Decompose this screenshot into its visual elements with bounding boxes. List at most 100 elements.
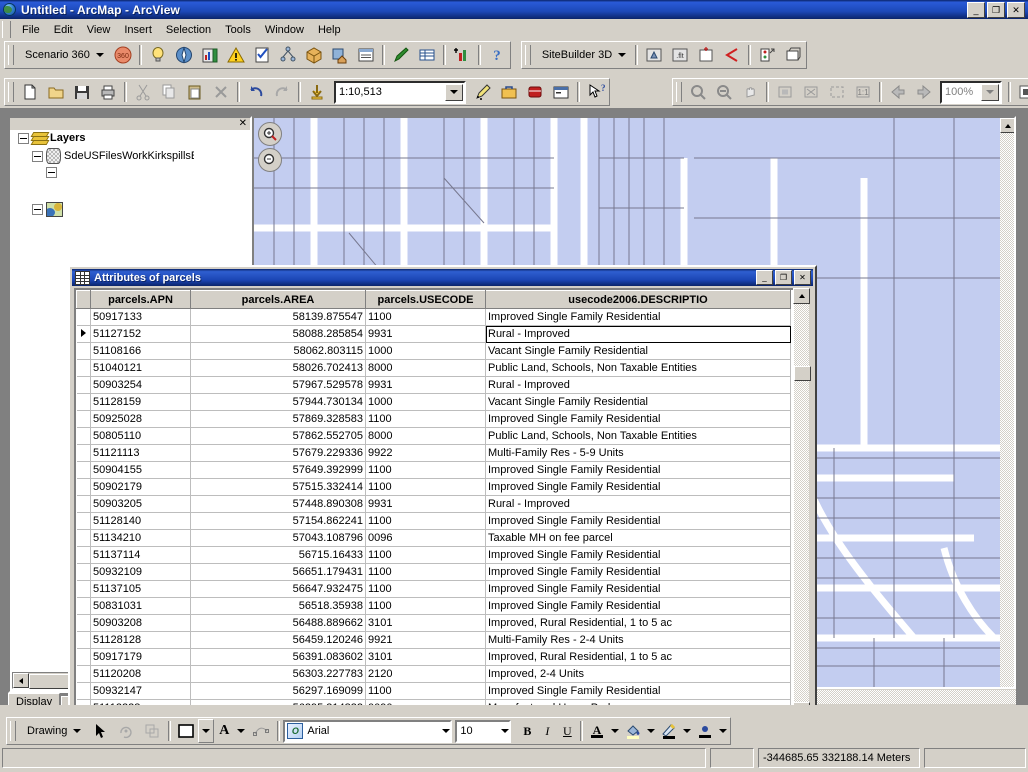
row-selector-cell[interactable] <box>76 410 91 428</box>
cell-apn[interactable]: 50831031 <box>90 597 191 615</box>
cell-area[interactable]: 56297.169099 <box>190 682 366 700</box>
cell-apn[interactable]: 50902179 <box>90 478 191 496</box>
open-folder-icon[interactable] <box>43 80 69 104</box>
chevron-down-icon[interactable] <box>95 53 104 57</box>
close-button[interactable]: ✕ <box>1007 2 1025 18</box>
fill-color-dropdown[interactable] <box>198 719 215 743</box>
drawing-menu-label[interactable]: Drawing <box>19 725 71 737</box>
row-selector-cell[interactable] <box>76 529 91 547</box>
cell-usecode[interactable]: 1100 <box>365 461 486 479</box>
cell-area[interactable]: 57649.392999 <box>190 461 366 479</box>
cell-descriptio[interactable]: Public Land, Schools, Non Taxable Entiti… <box>485 359 791 377</box>
cell-usecode[interactable]: 1100 <box>365 308 486 326</box>
cell-apn[interactable]: 50903205 <box>90 495 191 513</box>
line-color-dropdown[interactable] <box>680 719 694 743</box>
fill-color-picker-icon[interactable] <box>622 719 644 743</box>
cell-apn[interactable]: 51121113 <box>90 444 191 462</box>
command-line-icon[interactable] <box>548 80 574 104</box>
close-button[interactable]: ✕ <box>794 270 811 285</box>
italic-button[interactable]: I <box>537 721 557 741</box>
table-row[interactable]: 50932109 56651.179431 1100 Improved Single … <box>76 563 791 581</box>
whats-this-icon[interactable]: ? <box>583 80 609 104</box>
checklist-icon[interactable] <box>249 43 275 67</box>
cell-area[interactable]: 58062.803115 <box>190 342 366 360</box>
minimize-button[interactable]: _ <box>756 270 773 285</box>
report-window-icon[interactable] <box>353 43 379 67</box>
cell-area[interactable]: 57515.332414 <box>190 478 366 496</box>
scene-window-icon[interactable] <box>780 43 806 67</box>
cell-area[interactable]: 56647.932475 <box>190 580 366 598</box>
row-selector-cell[interactable] <box>76 631 91 649</box>
lightbulb-icon[interactable] <box>145 43 171 67</box>
table-row[interactable]: 50903254 57967.529578 9931 Rural - Improved <box>76 376 791 394</box>
zoom-in-icon[interactable] <box>258 122 282 146</box>
bold-button[interactable]: B <box>517 721 537 741</box>
select-arrow-icon[interactable] <box>87 719 113 743</box>
column-header-descriptio[interactable]: usecode2006.DESCRIPTIO <box>485 290 791 309</box>
globe-compass-icon[interactable] <box>171 43 197 67</box>
menu-item-edit[interactable]: Edit <box>47 22 80 38</box>
menu-item-file[interactable]: File <box>15 22 47 38</box>
warning-triangle-icon[interactable] <box>223 43 249 67</box>
row-selector-cell[interactable] <box>76 614 91 632</box>
minimize-button[interactable]: _ <box>967 2 985 18</box>
table-row[interactable]: 50925028 57869.328583 1100 Improved Single … <box>76 410 791 428</box>
cell-descriptio[interactable]: Vacant Single Family Residential <box>485 393 791 411</box>
cell-usecode[interactable]: 1100 <box>365 512 486 530</box>
cell-usecode[interactable]: 1100 <box>365 597 486 615</box>
cell-usecode[interactable]: 1100 <box>365 410 486 428</box>
row-selector-cell[interactable] <box>76 580 91 598</box>
table-row[interactable]: 50831031 56518.35938 1100 Improved Single F… <box>76 597 791 615</box>
line-color-icon[interactable] <box>658 719 680 743</box>
scroll-thumb[interactable] <box>794 366 811 381</box>
group-icon[interactable] <box>139 719 165 743</box>
expander-icon[interactable] <box>32 150 43 162</box>
maximize-button[interactable]: ❐ <box>987 2 1005 18</box>
column-header-area[interactable]: parcels.AREA <box>190 290 366 309</box>
table-row[interactable]: 50903208 56488.889662 3101 Improved, Rural … <box>76 614 791 632</box>
zoom-to-page-width-icon[interactable] <box>824 80 850 104</box>
cell-descriptio[interactable]: Improved Single Family Residential <box>485 410 791 428</box>
undo-icon[interactable] <box>243 80 269 104</box>
toolbar-grip[interactable] <box>8 82 14 102</box>
fill-color-icon[interactable] <box>174 719 198 743</box>
cell-apn[interactable]: 50932147 <box>90 682 191 700</box>
table-row[interactable]: 51108166 58062.803115 1000 Vacant Single Fa… <box>76 342 791 360</box>
text-tool-dropdown[interactable] <box>234 719 248 743</box>
cell-usecode[interactable]: 1100 <box>365 682 486 700</box>
traffic-symbol-icon[interactable] <box>754 43 780 67</box>
cell-apn[interactable]: 51108166 <box>90 342 191 360</box>
cell-apn[interactable]: 50904155 <box>90 461 191 479</box>
chevron-down-icon[interactable] <box>73 729 82 733</box>
cell-descriptio[interactable]: Improved Single Family Residential <box>485 461 791 479</box>
row-selector-cell[interactable] <box>76 444 91 462</box>
toc-item-1[interactable] <box>46 167 194 178</box>
expander-icon[interactable] <box>46 167 57 178</box>
scenario360-menu-label[interactable]: Scenario 360 <box>17 49 94 61</box>
cell-area[interactable]: 56488.889662 <box>190 614 366 632</box>
row-selector-cell[interactable] <box>76 682 91 700</box>
row-selector-cell[interactable] <box>76 427 91 445</box>
menu-item-view[interactable]: View <box>80 22 118 38</box>
cell-apn[interactable]: 50805110 <box>90 427 191 445</box>
attributes-window[interactable]: Attributes of parcels _ ❐ ✕ parcels.APN … <box>68 265 817 752</box>
cell-area[interactable]: 58139.875547 <box>190 308 366 326</box>
cell-area[interactable]: 56303.227783 <box>190 665 366 683</box>
cell-area[interactable]: 57154.862241 <box>190 512 366 530</box>
cell-usecode[interactable]: 9931 <box>365 325 486 343</box>
cell-area[interactable]: 57944.730134 <box>190 393 366 411</box>
toolbar-grip[interactable] <box>524 45 531 65</box>
text-tool-icon[interactable]: A <box>214 721 234 741</box>
forward-extent-icon[interactable] <box>911 80 937 104</box>
zoom-out-icon[interactable] <box>258 148 282 172</box>
add-chart-icon[interactable] <box>449 43 475 67</box>
scroll-up-button[interactable] <box>793 288 810 304</box>
cell-usecode[interactable]: 0096 <box>365 529 486 547</box>
font-color-icon[interactable]: A <box>586 719 608 743</box>
toc-root-layers[interactable]: Layers <box>18 132 194 145</box>
chevron-down-icon[interactable] <box>445 83 463 101</box>
cell-apn[interactable]: 50932109 <box>90 563 191 581</box>
sitebuilder-menu-label[interactable]: SiteBuilder 3D <box>534 49 616 61</box>
chevron-down-icon[interactable] <box>618 53 627 57</box>
toolbar-grip[interactable] <box>8 45 14 65</box>
